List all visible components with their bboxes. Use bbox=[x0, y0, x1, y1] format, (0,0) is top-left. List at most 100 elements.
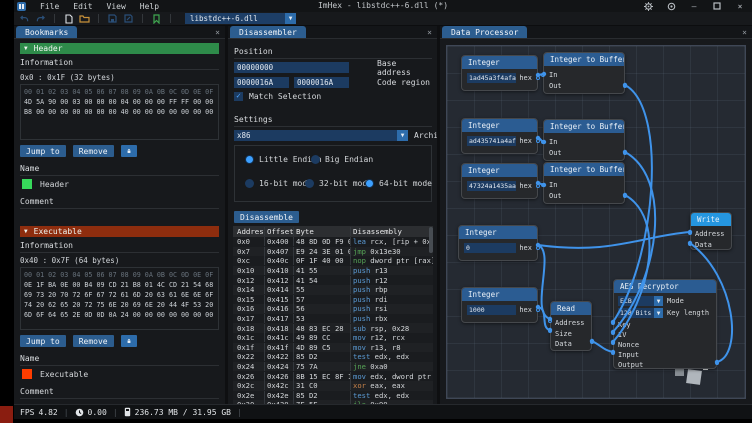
node-integer-2[interactable]: Integer ad435741a4afde hex bbox=[461, 118, 538, 154]
chevron-down-icon[interactable]: ▼ bbox=[285, 13, 296, 24]
jump-to-button[interactable]: Jump to bbox=[20, 335, 66, 347]
node-read[interactable]: Read Address Size Data bbox=[550, 301, 592, 351]
close-icon[interactable]: × bbox=[735, 1, 745, 11]
aes-mode-select[interactable]: ECB ▼ Mode bbox=[618, 296, 712, 306]
disassembly-row[interactable]: 0x00x40048 8D 0D F9 0lea rcx, [rip + 0x1… bbox=[233, 237, 433, 247]
disassembly-row[interactable]: 0x1c0x41c49 89 CCmov r12, rcx bbox=[233, 333, 433, 343]
input-pin[interactable] bbox=[611, 341, 615, 345]
integer-value-input[interactable]: 47324a1435aafe bbox=[467, 181, 516, 191]
radio-icon[interactable] bbox=[305, 179, 314, 188]
integer-value-input[interactable]: 1ad45a3f4afad4 bbox=[467, 73, 516, 83]
tab-bookmarks[interactable]: Bookmarks bbox=[16, 26, 77, 38]
output-pin[interactable] bbox=[623, 84, 627, 88]
disassembler-close-icon[interactable]: × bbox=[427, 28, 432, 37]
help-icon[interactable] bbox=[666, 1, 676, 11]
disassembly-row[interactable]: 0x160x41656push rsi bbox=[233, 304, 433, 314]
node-title[interactable]: Integer bbox=[462, 164, 537, 177]
node-integer-to-buffer-1[interactable]: Integer to Buffer In Out bbox=[543, 52, 625, 94]
disassembly-row[interactable]: 0x240x42475 7Ajne 0xa0 bbox=[233, 362, 433, 372]
new-file-icon[interactable] bbox=[63, 13, 74, 24]
remove-button[interactable]: Remove bbox=[73, 145, 114, 157]
node-aes-decryptor[interactable]: AES Decryptor ECB ▼ Mode 128 Bits ▼ Key … bbox=[613, 279, 717, 369]
input-pin[interactable] bbox=[688, 231, 692, 235]
input-pin[interactable] bbox=[611, 351, 615, 355]
node-title[interactable]: Integer to Buffer bbox=[544, 53, 624, 66]
input-pin[interactable] bbox=[541, 140, 545, 144]
node-title[interactable]: AES Decryptor bbox=[614, 280, 716, 293]
disassembly-row[interactable]: 0x2e0x42e85 D2test edx, edx bbox=[233, 391, 433, 401]
output-pin[interactable] bbox=[536, 139, 540, 143]
radio-32-bit-mode[interactable]: 32-bit mode bbox=[305, 179, 372, 188]
disassembly-row[interactable]: 0x2c0x42c31 C0xor eax, eax bbox=[233, 381, 433, 391]
output-pin[interactable] bbox=[590, 340, 594, 344]
radio-16-bit-mode[interactable]: 16-bit mode bbox=[245, 179, 312, 188]
input-pin[interactable] bbox=[611, 321, 615, 325]
match-selection-checkbox[interactable]: ✓ bbox=[234, 92, 243, 101]
radio-icon[interactable] bbox=[245, 179, 254, 188]
maximize-icon[interactable] bbox=[712, 1, 722, 11]
integer-value-input[interactable]: ad435741a4afde bbox=[467, 136, 516, 146]
integer-value-input[interactable]: 0 bbox=[464, 243, 516, 253]
undo-icon[interactable] bbox=[19, 13, 30, 24]
jump-to-button[interactable]: Jump to bbox=[20, 145, 66, 157]
bookmark-name-value[interactable]: Header bbox=[40, 180, 69, 189]
disassembly-row[interactable]: 0x1f0x41f4D 89 C5mov r13, r8 bbox=[233, 343, 433, 353]
radio-64-bit-mode[interactable]: 64-bit mode bbox=[365, 179, 432, 188]
lock-button[interactable] bbox=[121, 335, 137, 347]
data-processor-close-icon[interactable]: × bbox=[742, 28, 747, 37]
column-header[interactable]: Offset bbox=[264, 227, 293, 236]
output-pin[interactable] bbox=[715, 361, 719, 365]
save-as-icon[interactable] bbox=[123, 13, 134, 24]
menu-file[interactable]: File bbox=[33, 2, 66, 11]
output-pin[interactable] bbox=[536, 308, 540, 312]
tab-disassembler[interactable]: Disassembler bbox=[230, 26, 306, 38]
tab-data-processor[interactable]: Data Processor bbox=[442, 26, 527, 38]
menu-help[interactable]: Help bbox=[133, 2, 166, 11]
radio-icon[interactable] bbox=[245, 155, 254, 164]
node-title[interactable]: Integer bbox=[462, 56, 537, 69]
input-pin[interactable] bbox=[541, 73, 545, 77]
output-pin[interactable] bbox=[536, 246, 540, 250]
node-title[interactable]: Integer to Buffer bbox=[544, 120, 624, 133]
lock-button[interactable] bbox=[121, 145, 137, 157]
node-integer-to-buffer-3[interactable]: Integer to Buffer In Out bbox=[543, 162, 625, 204]
disassembly-row[interactable]: 0x180x41848 83 EC 28sub rsp, 0x28 bbox=[233, 323, 433, 333]
minimize-icon[interactable]: — bbox=[689, 1, 699, 11]
bookmark-flag-icon[interactable] bbox=[151, 13, 162, 24]
node-title[interactable]: Integer bbox=[462, 119, 537, 132]
integer-value-input[interactable]: 1000 bbox=[467, 305, 516, 315]
bookmark-header[interactable]: ▼ Executable bbox=[20, 226, 219, 237]
input-pin[interactable] bbox=[548, 329, 552, 333]
disassemble-button[interactable]: Disassemble bbox=[234, 211, 299, 223]
output-pin[interactable] bbox=[623, 151, 627, 155]
chevron-down-icon[interactable]: ▼ bbox=[654, 296, 663, 306]
node-title[interactable]: Write bbox=[691, 213, 731, 226]
redo-icon[interactable] bbox=[35, 13, 46, 24]
disassembly-row[interactable]: 0x150x41557push rdi bbox=[233, 295, 433, 305]
disassembly-row[interactable]: 0x120x41241 54push r12 bbox=[233, 275, 433, 285]
output-pin[interactable] bbox=[536, 184, 540, 188]
collapse-arrow-icon[interactable]: ▼ bbox=[24, 45, 28, 52]
bookmark-header[interactable]: ▼ Header bbox=[20, 43, 219, 54]
scrollbar-thumb[interactable] bbox=[429, 227, 433, 253]
chevron-down-icon[interactable]: ▼ bbox=[397, 130, 408, 141]
disassembly-row[interactable]: 0x140x41455push rbp bbox=[233, 285, 433, 295]
input-pin[interactable] bbox=[611, 331, 615, 335]
bookmarks-close-icon[interactable]: × bbox=[215, 28, 220, 37]
node-integer-to-buffer-2[interactable]: Integer to Buffer In Out bbox=[543, 119, 625, 161]
remove-button[interactable]: Remove bbox=[73, 335, 114, 347]
column-header[interactable]: Byte bbox=[293, 227, 350, 236]
menu-edit[interactable]: Edit bbox=[66, 2, 99, 11]
node-integer-5[interactable]: Integer 1000 hex bbox=[461, 287, 538, 323]
column-header[interactable]: Address bbox=[233, 227, 264, 236]
disassembly-row[interactable]: 0x220x42285 D2test edx, edx bbox=[233, 352, 433, 362]
radio-icon[interactable] bbox=[365, 179, 374, 188]
disassembly-row[interactable]: 0x260x4268B 15 EC 8F 1mov edx, dword ptr… bbox=[233, 371, 433, 381]
collapse-arrow-icon[interactable]: ▼ bbox=[24, 228, 28, 235]
base-address-input[interactable]: 00000000 bbox=[234, 62, 349, 73]
color-swatch[interactable] bbox=[22, 179, 32, 189]
radio-big-endian[interactable]: Big Endian bbox=[311, 155, 373, 164]
input-pin[interactable] bbox=[548, 319, 552, 323]
aes-key-length-select[interactable]: 128 Bits ▼ Key length bbox=[618, 308, 712, 318]
node-integer-1[interactable]: Integer 1ad45a3f4afad4 hex bbox=[461, 55, 538, 91]
